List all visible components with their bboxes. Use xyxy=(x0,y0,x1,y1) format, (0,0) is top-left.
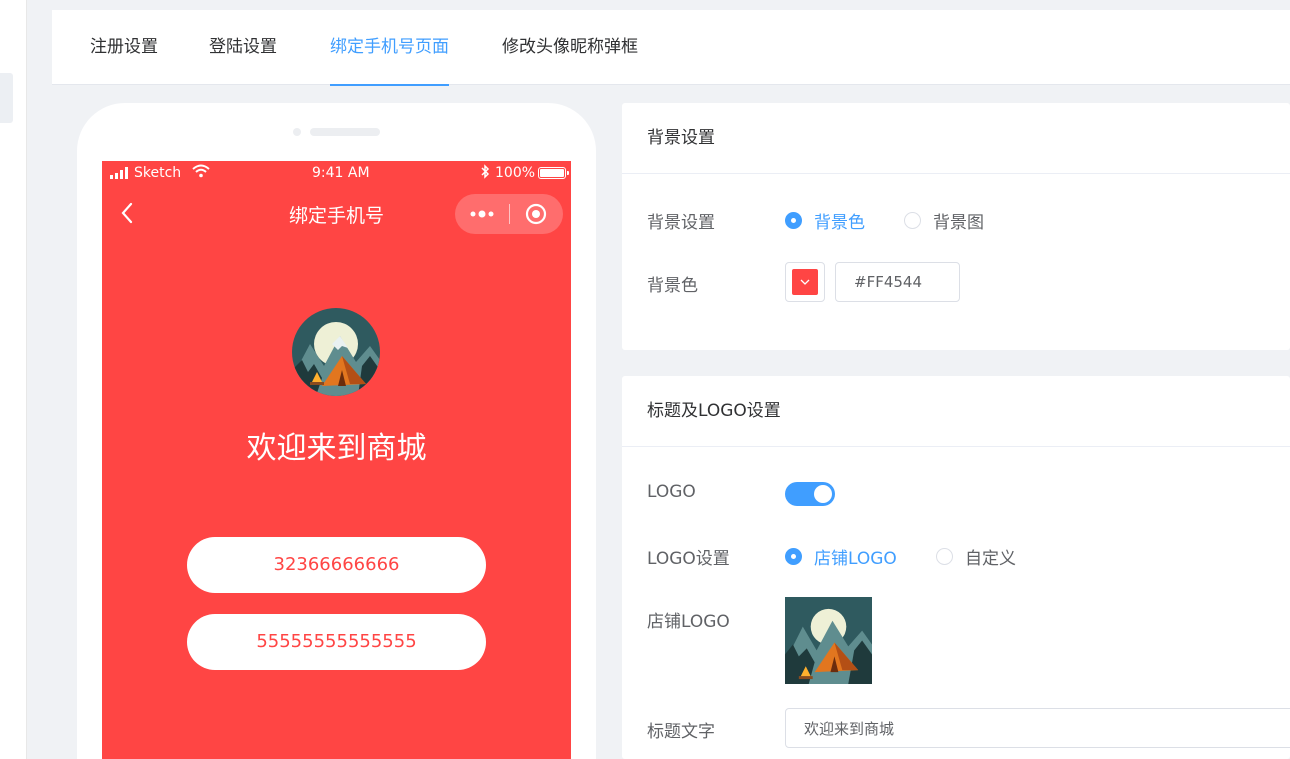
tab-register-settings[interactable]: 注册设置 xyxy=(90,10,158,85)
logo-toggle-switch[interactable] xyxy=(785,482,835,506)
title-logo-settings-panel: 标题及LOGO设置 LOGO LOGO设置 店铺LOGO 自定义 店铺LOGO … xyxy=(622,376,1290,759)
mini-program-capsule xyxy=(455,194,563,234)
color-hex-input[interactable] xyxy=(835,262,960,302)
title-text-input[interactable] xyxy=(785,708,1290,748)
tab-edit-avatar-nickname-dialog[interactable]: 修改头像昵称弹框 xyxy=(502,10,638,85)
title-text-label: 标题文字 xyxy=(647,722,715,742)
welcome-title: 欢迎来到商城 xyxy=(246,431,427,466)
phone-preview-frame: Sketch 9:41 AM 100% 绑定手机号 欢迎来到商城 3236666… xyxy=(77,103,596,759)
phone-nav-bar: 绑定手机号 xyxy=(102,191,571,237)
store-logo-thumbnail[interactable] xyxy=(785,597,872,684)
radio-background-color[interactable]: 背景色 xyxy=(785,208,865,233)
bluetooth-icon xyxy=(480,164,490,183)
phone-number-button-1[interactable]: 32366666666 xyxy=(187,537,486,593)
radio-checked-icon xyxy=(785,212,802,229)
background-setting-label: 背景设置 xyxy=(647,213,715,233)
radio-store-logo[interactable]: 店铺LOGO xyxy=(785,544,897,569)
panel-title: 标题及LOGO设置 xyxy=(622,376,1290,447)
sidebar-collapse-handle[interactable] xyxy=(0,73,13,123)
phone-screen: Sketch 9:41 AM 100% 绑定手机号 欢迎来到商城 3236666… xyxy=(102,161,571,759)
radio-label: 店铺LOGO xyxy=(814,549,897,569)
color-swatch xyxy=(792,269,818,295)
radio-background-image[interactable]: 背景图 xyxy=(904,208,984,233)
radio-checked-icon xyxy=(785,548,802,565)
phone-number-button-2[interactable]: 55555555555555 xyxy=(187,614,486,670)
radio-unchecked-icon xyxy=(904,212,921,229)
capsule-divider xyxy=(509,204,510,224)
wifi-icon xyxy=(192,164,210,182)
radio-custom-logo[interactable]: 自定义 xyxy=(936,544,1016,569)
phone-speaker xyxy=(310,128,380,136)
more-dots-icon[interactable] xyxy=(469,206,495,226)
tab-login-settings[interactable]: 登陆设置 xyxy=(209,10,277,85)
phone-camera-dot xyxy=(293,128,301,136)
phone-status-bar: Sketch 9:41 AM 100% xyxy=(102,161,571,187)
left-sidebar-strip xyxy=(0,0,27,759)
logo-setting-label: LOGO设置 xyxy=(647,549,730,569)
radio-label: 自定义 xyxy=(965,549,1016,569)
color-picker-button[interactable] xyxy=(785,262,825,302)
signal-icon xyxy=(110,167,128,179)
logo-label: LOGO xyxy=(647,482,696,502)
carrier-name: Sketch xyxy=(134,165,182,181)
radio-label: 背景色 xyxy=(814,213,865,233)
background-color-label: 背景色 xyxy=(647,276,698,296)
battery-percent: 100% xyxy=(495,165,536,181)
store-logo-label: 店铺LOGO xyxy=(647,612,730,632)
close-target-icon[interactable] xyxy=(525,203,547,229)
chevron-down-icon xyxy=(800,279,810,285)
background-settings-panel: 背景设置 背景设置 背景色 背景图 背景色 xyxy=(622,103,1290,350)
radio-label: 背景图 xyxy=(933,213,984,233)
settings-tabs: 注册设置 登陆设置 绑定手机号页面 修改头像昵称弹框 xyxy=(52,10,1290,86)
radio-unchecked-icon xyxy=(936,548,953,565)
panel-title: 背景设置 xyxy=(622,103,1290,174)
status-time: 9:41 AM xyxy=(312,165,370,181)
battery-icon xyxy=(538,167,569,179)
store-logo-avatar xyxy=(292,308,380,396)
tab-bind-phone-page[interactable]: 绑定手机号页面 xyxy=(330,10,449,86)
